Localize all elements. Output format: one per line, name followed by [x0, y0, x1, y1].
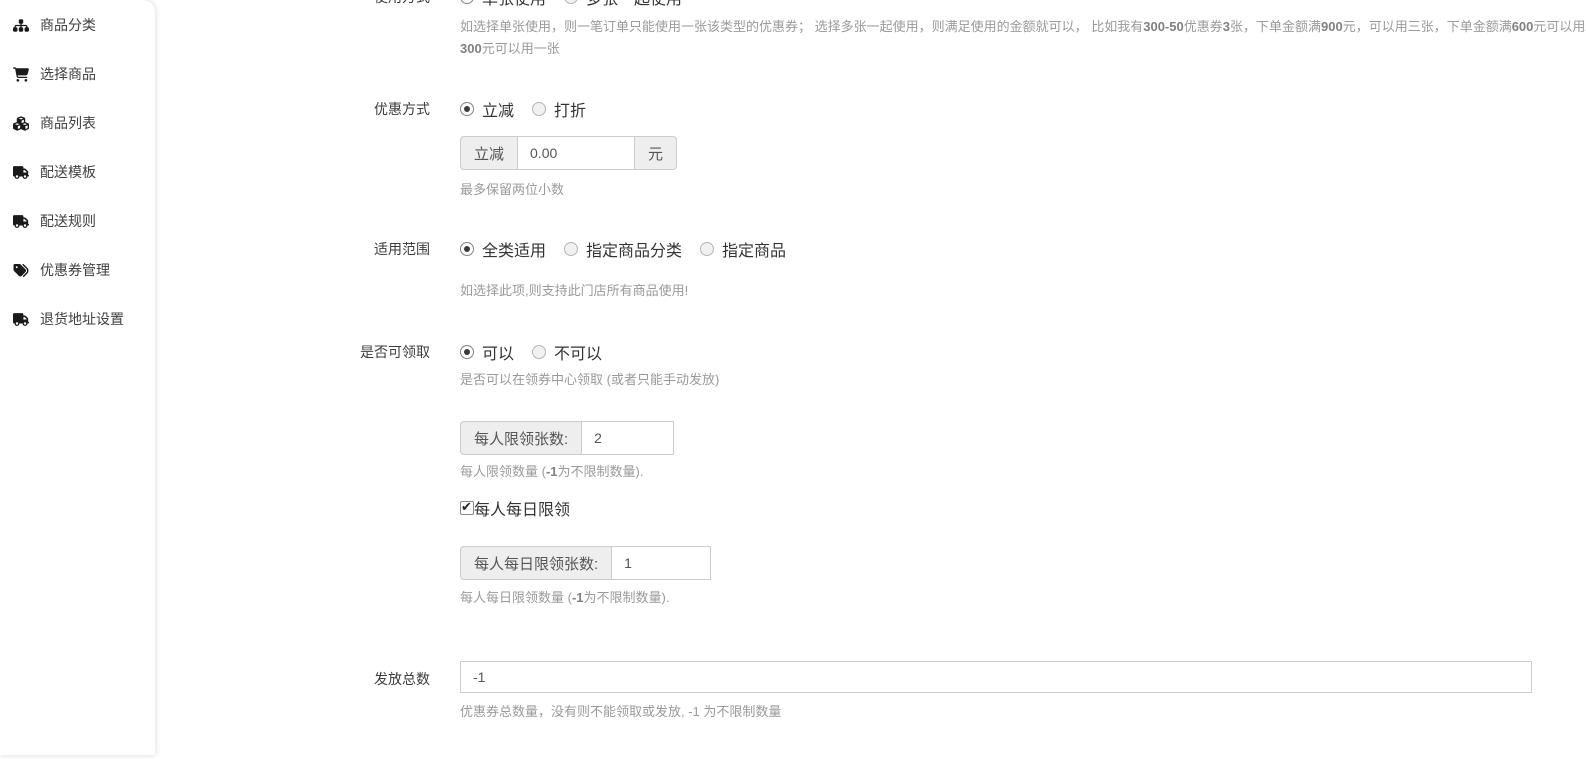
sidebar-item-delivery-rules[interactable]: 配送规则 — [0, 209, 155, 233]
per-person-limit-group: 每人限领张数: — [460, 421, 674, 455]
sidebar-item-coupon-management[interactable]: 优惠券管理 — [0, 258, 155, 282]
sidebar: 商品分类 选择商品 商品列表 配送模板 配送规则 — [0, 0, 155, 755]
total-issue-help: 优惠券总数量，没有则不能领取或发放, -1 为不限制数量 — [460, 701, 1586, 723]
radio-icon[interactable] — [460, 345, 474, 359]
sidebar-item-product-categories[interactable]: 商品分类 — [0, 13, 155, 37]
sitemap-icon — [12, 17, 30, 33]
scope-product-radio[interactable]: 指定商品 — [700, 237, 786, 261]
sidebar-item-label: 优惠券管理 — [40, 260, 110, 280]
usage-method-label: 使用方式 — [155, 0, 430, 60]
daily-limit-checkbox-row[interactable]: 每人每日限领 — [460, 497, 1586, 519]
sidebar-item-delivery-template[interactable]: 配送模板 — [0, 160, 155, 184]
scope-category-radio[interactable]: 指定商品分类 — [564, 237, 682, 261]
checkbox-icon[interactable] — [460, 501, 474, 515]
sidebar-menu: 商品分类 选择商品 商品列表 配送模板 配送规则 — [0, 0, 155, 331]
radio-icon[interactable] — [532, 345, 546, 359]
per-day-limit-group: 每人每日限领张数: — [460, 546, 711, 580]
radio-icon[interactable] — [460, 0, 474, 4]
per-day-limit-input[interactable] — [611, 546, 711, 580]
claimable-yes-label: 可以 — [482, 340, 514, 364]
truck-icon — [12, 311, 30, 327]
reduce-amount-help: 最多保留两位小数 — [460, 179, 1586, 201]
daily-limit-checkbox-label: 每人每日限领 — [474, 496, 570, 520]
per-day-limit-prefix: 每人每日限领张数: — [460, 546, 611, 580]
usage-help-text: 如选择单张使用，则一笔订单只能使用一张该类型的优惠券； 选择多张一起使用，则满足… — [460, 16, 1586, 60]
radio-icon[interactable] — [460, 242, 474, 256]
usage-single-radio[interactable]: 单张使用 — [460, 0, 546, 9]
scope-all-label: 全类适用 — [482, 237, 546, 261]
sidebar-item-return-address[interactable]: 退货地址设置 — [0, 307, 155, 331]
tags-icon — [12, 262, 30, 278]
per-person-limit-input[interactable] — [581, 421, 674, 455]
scope-label: 适用范围 — [155, 238, 430, 302]
claimable-help: 是否可以在领券中心领取 (或者只能手动发放) — [460, 369, 1586, 391]
total-issue-input[interactable] — [460, 661, 1532, 693]
sidebar-item-product-list[interactable]: 商品列表 — [0, 111, 155, 135]
claimable-no-label: 不可以 — [554, 340, 602, 364]
usage-multiple-radio[interactable]: 多张一起使用 — [564, 0, 682, 9]
radio-icon[interactable] — [700, 242, 714, 256]
reduce-amount-prefix: 立减 — [460, 136, 517, 170]
discount-method-row: 优惠方式 立减 打折 立减 元 最多保留两位小数 — [155, 98, 1586, 201]
reduce-amount-input[interactable] — [517, 136, 635, 170]
usage-single-label: 单张使用 — [482, 0, 546, 9]
usage-multiple-label: 多张一起使用 — [586, 0, 682, 9]
radio-icon[interactable] — [460, 102, 474, 116]
radio-icon[interactable] — [564, 0, 578, 4]
usage-method-row: 使用方式 单张使用 多张一起使用 如选择单张使用，则一笔订单只能使用一张该类型的… — [155, 0, 1586, 60]
scope-product-label: 指定商品 — [722, 237, 786, 261]
claimable-label: 是否可领取 — [155, 341, 430, 609]
claimable-no-radio[interactable]: 不可以 — [532, 340, 602, 364]
scope-row: 适用范围 全类适用 指定商品分类 指定商品 如选择此项,则支持此门店所有商品使用… — [155, 238, 1586, 302]
claimable-yes-radio[interactable]: 可以 — [460, 340, 514, 364]
discount-reduce-radio[interactable]: 立减 — [460, 97, 514, 121]
sidebar-item-label: 配送模板 — [40, 162, 96, 182]
cart-icon — [12, 66, 30, 82]
discount-percent-label: 打折 — [554, 97, 586, 121]
truck-icon — [12, 213, 30, 229]
radio-icon[interactable] — [564, 242, 578, 256]
sidebar-item-label: 商品分类 — [40, 15, 96, 35]
reduce-amount-group: 立减 元 — [460, 136, 677, 170]
sidebar-item-label: 配送规则 — [40, 211, 96, 231]
claimable-row: 是否可领取 可以 不可以 是否可以在领券中心领取 (或者只能手动发放) 每人限领… — [155, 341, 1586, 609]
reduce-amount-suffix: 元 — [635, 136, 677, 170]
truck-icon — [12, 164, 30, 180]
discount-method-label: 优惠方式 — [155, 98, 430, 201]
cubes-icon — [12, 115, 30, 131]
per-day-limit-help: 每人每日限领数量 (-1为不限制数量). — [460, 587, 1586, 609]
total-issue-label: 发放总数 — [155, 661, 430, 723]
per-person-limit-help: 每人限领数量 (-1为不限制数量). — [460, 461, 1586, 483]
total-issue-row: 发放总数 优惠券总数量，没有则不能领取或发放, -1 为不限制数量 — [155, 661, 1586, 723]
coupon-form: 使用方式 单张使用 多张一起使用 如选择单张使用，则一笔订单只能使用一张该类型的… — [155, 0, 1586, 723]
discount-reduce-label: 立减 — [482, 97, 514, 121]
scope-category-label: 指定商品分类 — [586, 237, 682, 261]
scope-all-radio[interactable]: 全类适用 — [460, 237, 546, 261]
radio-icon[interactable] — [532, 102, 546, 116]
sidebar-item-label: 退货地址设置 — [40, 309, 124, 329]
scope-help: 如选择此项,则支持此门店所有商品使用! — [460, 280, 1586, 302]
sidebar-item-select-products[interactable]: 选择商品 — [0, 62, 155, 86]
per-person-limit-prefix: 每人限领张数: — [460, 421, 581, 455]
sidebar-item-label: 商品列表 — [40, 113, 96, 133]
discount-percent-radio[interactable]: 打折 — [532, 97, 586, 121]
sidebar-item-label: 选择商品 — [40, 64, 96, 84]
